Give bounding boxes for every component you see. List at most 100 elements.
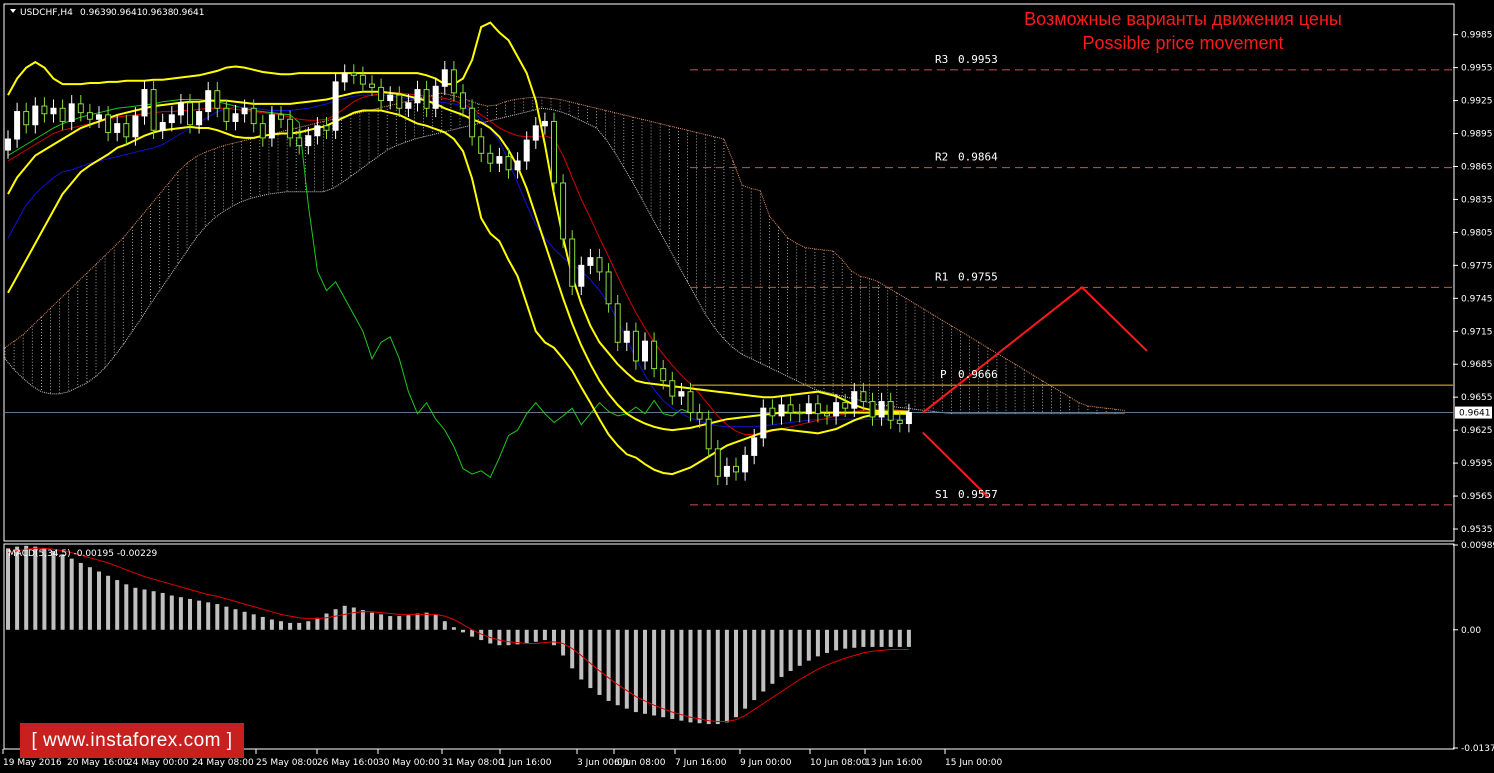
macd-bar xyxy=(615,629,620,706)
macd-bar xyxy=(324,613,329,630)
candle-body xyxy=(605,271,612,305)
price-tick-label: 0.9865 xyxy=(1461,162,1493,172)
macd-bar xyxy=(388,616,393,630)
macd-bar xyxy=(697,629,702,724)
candle-body xyxy=(187,102,193,126)
macd-bar xyxy=(743,629,748,709)
macd-bar xyxy=(60,554,65,630)
macd-bar xyxy=(661,629,666,718)
ohlc-low: 0.9638 xyxy=(142,8,174,18)
candle-body xyxy=(541,120,548,127)
candle-body xyxy=(651,340,658,370)
ohlc-high: 0.9641 xyxy=(111,8,143,18)
candle-body xyxy=(141,89,148,117)
ohlc-open: 0.9639 xyxy=(80,8,112,18)
macd-bar xyxy=(788,629,793,671)
candle-body xyxy=(159,122,166,131)
macd-bar xyxy=(6,548,10,630)
macd-bar xyxy=(87,567,92,630)
candle-body xyxy=(41,105,48,115)
candle-body xyxy=(32,105,39,126)
candle-body xyxy=(887,401,894,421)
time-tick-label: 19 May 2016 xyxy=(3,758,62,768)
candle-body xyxy=(642,340,648,362)
time-tick-label: 31 May 08:00 xyxy=(442,758,504,768)
candle-body xyxy=(578,264,585,287)
macd-bar xyxy=(542,629,547,641)
macd-bar xyxy=(333,609,338,630)
price-tick-label: 0.9955 xyxy=(1461,64,1493,74)
macd-bar xyxy=(33,546,38,630)
level-name-r1: R1 xyxy=(935,270,948,283)
macd-bar xyxy=(906,629,911,647)
macd-bar xyxy=(552,629,556,646)
macd-tick-label: -0.01379 xyxy=(1461,744,1494,754)
candle-body xyxy=(305,135,312,147)
time-tick-label: 1 Jun 16:00 xyxy=(500,758,552,768)
macd-bar xyxy=(115,580,120,630)
macd-bar xyxy=(497,629,502,646)
price-tick-label: 0.9565 xyxy=(1461,492,1493,502)
macd-bar xyxy=(561,629,566,656)
candle-body xyxy=(751,437,758,456)
instaforex-logo[interactable]: [ www.instaforex.com ] xyxy=(20,723,244,758)
macd-bar xyxy=(433,614,438,630)
candle-body xyxy=(405,102,412,109)
macd-bar xyxy=(251,614,256,630)
candle-body xyxy=(359,74,366,85)
price-tick-label: 0.9655 xyxy=(1461,393,1493,403)
candle-body xyxy=(705,418,712,450)
candle-body xyxy=(896,419,903,425)
time-tick-label: 24 May 08:00 xyxy=(192,758,254,768)
candle-body xyxy=(687,391,694,414)
candle-body xyxy=(696,412,703,420)
candle-body xyxy=(378,86,385,102)
time-tick-label: 7 Jun 16:00 xyxy=(675,758,727,768)
candle-body xyxy=(614,303,621,343)
candle-body xyxy=(278,114,284,120)
candle-body xyxy=(551,120,557,184)
price-tick-label: 0.9745 xyxy=(1461,294,1493,304)
macd-bar xyxy=(715,629,720,725)
macd-bar xyxy=(69,558,74,630)
macd-bar xyxy=(342,605,347,630)
candle-body xyxy=(714,448,721,477)
macd-bar xyxy=(42,548,47,630)
macd-bar xyxy=(533,629,538,642)
macd-bar xyxy=(297,622,302,630)
time-tick-label: 10 Jun 08:00 xyxy=(810,758,867,768)
symbol-header: USDCHF,H4 0.9639 0.9641 0.9638 0.9641 xyxy=(10,8,205,18)
candle-body xyxy=(123,123,130,138)
macd-bar xyxy=(97,571,101,630)
time-tick-label: 24 May 00:00 xyxy=(127,758,189,768)
candle-body xyxy=(132,115,139,138)
symbol-label: USDCHF,H4 xyxy=(20,8,73,18)
macd-bar xyxy=(843,629,848,649)
candle-body xyxy=(514,160,521,171)
candle-body xyxy=(623,330,630,343)
candle-body xyxy=(760,407,767,439)
macd-bar xyxy=(888,629,893,647)
macd-bar xyxy=(633,629,638,713)
candle-body xyxy=(223,107,230,122)
macd-bar xyxy=(734,629,738,718)
time-tick-label: 30 May 00:00 xyxy=(378,758,440,768)
macd-bar xyxy=(188,598,192,630)
macd-bar xyxy=(442,621,447,630)
macd-bar xyxy=(224,606,229,630)
candle-body xyxy=(742,454,749,473)
candle-body xyxy=(96,114,102,120)
macd-bar xyxy=(688,629,693,723)
macd-tick-label: 0.00989 xyxy=(1461,541,1494,551)
macd-bar xyxy=(815,629,820,657)
macd-bar xyxy=(379,614,384,630)
candle-body xyxy=(205,90,212,113)
macd-bar xyxy=(724,629,729,723)
candle-body xyxy=(860,391,867,403)
candle-body xyxy=(196,111,203,126)
macd-bar xyxy=(124,584,129,630)
candle-body xyxy=(341,72,348,83)
macd-bar xyxy=(624,629,629,709)
macd-bar xyxy=(106,575,111,630)
level-name-r2: R2 xyxy=(935,151,948,164)
